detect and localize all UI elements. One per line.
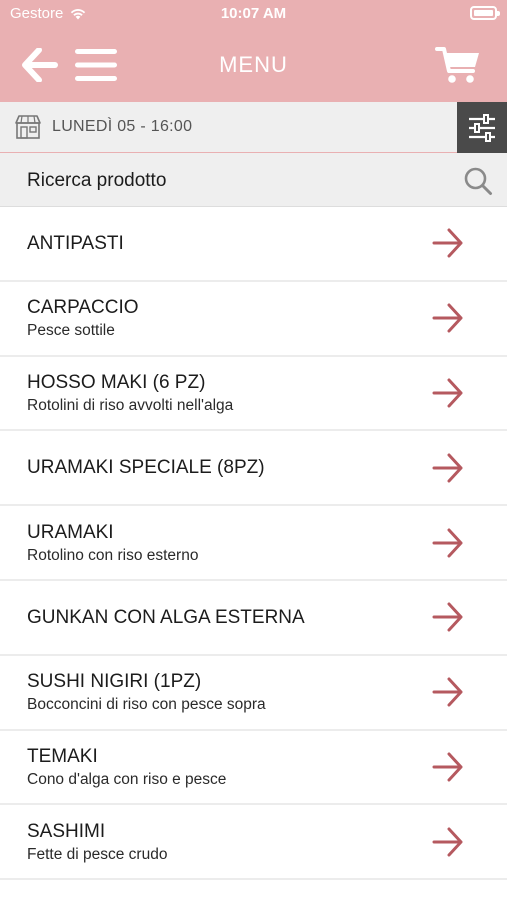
arrow-right-icon[interactable] [431, 451, 465, 485]
battery-icon [470, 6, 500, 20]
arrow-right-icon[interactable] [431, 750, 465, 784]
category-row[interactable]: ANTIPASTI [0, 207, 507, 282]
category-title: URAMAKI [27, 521, 114, 543]
category-title: HOSSO MAKI (6 PZ) [27, 371, 206, 393]
category-subtitle: Rotolino con riso esterno [27, 546, 199, 564]
category-title: GUNKAN CON ALGA ESTERNA [27, 606, 305, 628]
search-icon [464, 167, 492, 195]
category-title: URAMAKI SPECIALE (8PZ) [27, 457, 265, 479]
category-text: URAMAKI SPECIALE (8PZ) [27, 431, 265, 504]
category-row[interactable]: GUNKAN CON ALGA ESTERNA [0, 580, 507, 656]
filter-button[interactable] [457, 102, 507, 153]
category-row[interactable]: URAMAKI Rotolino con riso esterno [0, 506, 507, 581]
arrow-right-icon[interactable] [431, 600, 465, 634]
search-button[interactable] [461, 164, 495, 198]
app-header: Gestore 10:07 AM MENU [0, 0, 507, 102]
category-title: CARPACCIO [27, 297, 139, 319]
category-text: URAMAKI Rotolino con riso esterno [27, 506, 198, 579]
category-text: SUSHI NIGIRI (1PZ) Bocconcini di riso con… [27, 656, 266, 729]
cart-button[interactable] [433, 44, 483, 86]
category-subtitle: Cono d'alga con riso e pesce [27, 770, 227, 788]
cart-icon [435, 47, 479, 83]
search-label: Ricerca prodotto [27, 170, 167, 191]
category-row[interactable]: SASHIMI Fette di pesce crudo [0, 805, 507, 881]
category-row[interactable]: TEMAKI Cono d'alga con riso e pesce [0, 730, 507, 806]
category-row[interactable]: URAMAKI SPECIALE (8PZ) [0, 431, 507, 507]
category-text: TEMAKI Cono d'alga con riso e pesce [27, 731, 226, 804]
category-subtitle: Fette di pesce crudo [27, 845, 168, 863]
status-bar: Gestore 10:07 AM [0, 0, 507, 28]
category-title: SUSHI NIGIRI (1PZ) [27, 671, 202, 693]
category-title: SASHIMI [27, 820, 106, 842]
category-text: ANTIPASTI [27, 207, 124, 280]
category-subtitle: Rotolini di riso avvolti nell'alga [27, 396, 234, 414]
delivery-date-bar[interactable]: LUNEDÌ 05 - 16:00 [0, 102, 507, 153]
arrow-right-icon[interactable] [431, 226, 465, 260]
sliders-icon [469, 113, 495, 142]
category-text: HOSSO MAKI (6 PZ) Rotolini di riso avvolt… [27, 357, 233, 430]
delivery-date-label: LUNEDÌ 05 - 16:00 [52, 118, 193, 135]
category-text: SASHIMI Fette di pesce crudo [27, 805, 167, 878]
arrow-right-icon[interactable] [431, 376, 465, 410]
category-text: CARPACCIO Pesce sottile [27, 282, 139, 355]
shop-icon [15, 115, 41, 139]
arrow-right-icon[interactable] [431, 526, 465, 560]
category-list: ANTIPASTI CARPACCIO Pesce sottile HOSSO MAK… [0, 207, 507, 881]
category-row[interactable]: SUSHI NIGIRI (1PZ) Bocconcini di riso con… [0, 655, 507, 731]
category-subtitle: Bocconcini di riso con pesce sopra [27, 696, 266, 714]
arrow-right-icon[interactable] [431, 825, 465, 859]
category-title: TEMAKI [27, 745, 98, 767]
category-title: ANTIPASTI [27, 232, 124, 254]
category-row[interactable]: HOSSO MAKI (6 PZ) Rotolini di riso avvolt… [0, 356, 507, 432]
clock: 10:07 AM [220, 5, 287, 22]
search-bar[interactable]: Ricerca prodotto [0, 153, 507, 207]
category-subtitle: Pesce sottile [27, 322, 115, 340]
category-text: GUNKAN CON ALGA ESTERNA [27, 581, 305, 654]
page-title: MENU [219, 52, 288, 77]
arrow-right-icon[interactable] [431, 675, 465, 709]
arrow-right-icon[interactable] [431, 301, 465, 335]
category-row[interactable]: CARPACCIO Pesce sottile [0, 281, 507, 357]
